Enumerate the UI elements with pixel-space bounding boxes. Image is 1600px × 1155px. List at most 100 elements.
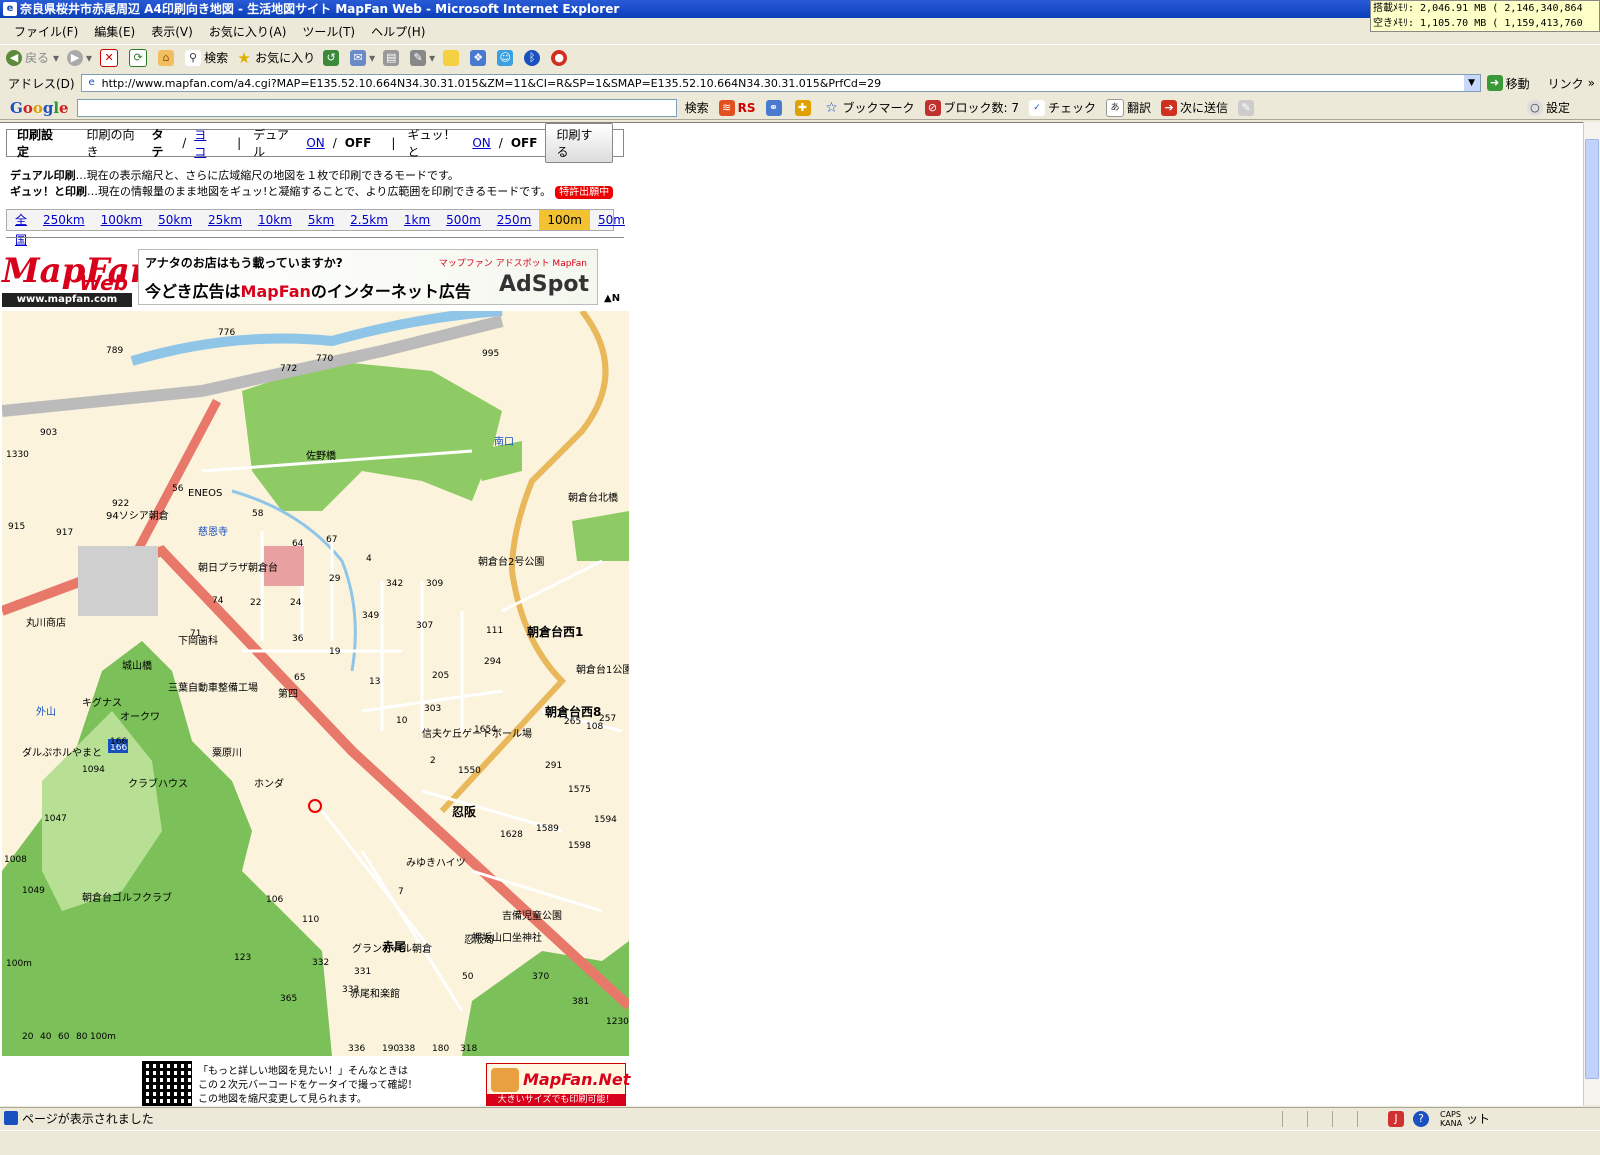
scale-option[interactable]: 250km: [35, 210, 93, 230]
google-search-input[interactable]: [76, 98, 677, 117]
research-button[interactable]: ❖: [470, 49, 489, 66]
adspot-banner[interactable]: アナタのお店はもう載っていますか? 今どき広告はMapFanのインターネット広告…: [138, 249, 598, 305]
qr-footer: 「もっと詳しい地図を見たい！」そんなときは この２次元バーコードをケータイで撮っ…: [142, 1061, 632, 1106]
forward-button[interactable]: ▶ ▾: [67, 49, 93, 66]
edit-button[interactable]: ✎ ▾: [410, 49, 435, 66]
popup-blocker-icon: ⊘: [924, 99, 941, 116]
lot-number-label: 922: [112, 499, 129, 509]
spell-check-button[interactable]: ✓ チェック: [1029, 99, 1096, 116]
dual-description: デュアル印刷…現在の表示縮尺と、さらに広域縮尺の地図を１枚で印刷できるモードです…: [10, 167, 459, 183]
ime-icon[interactable]: J: [1388, 1110, 1404, 1127]
scale-option[interactable]: 100km: [93, 210, 151, 230]
lot-number-label: 36: [292, 634, 304, 644]
place-label: ENEOS: [188, 488, 222, 499]
lot-number-label: 1654: [474, 725, 497, 735]
lot-number-label: 903: [40, 428, 57, 438]
status-bar: ページが表示されました J ? CAPS KANA ット: [0, 1107, 1600, 1129]
help-icon[interactable]: ?: [1413, 1110, 1429, 1127]
gyu-on-link[interactable]: ON: [472, 136, 490, 150]
lot-number-label: 1628: [500, 830, 523, 840]
lot-number-label: 67: [326, 535, 337, 545]
translate-button[interactable]: あ翻訳: [1106, 98, 1151, 117]
print-toolbar-button[interactable]: ▤: [383, 49, 402, 66]
address-input[interactable]: e http://www.mapfan.com/a4.cgi?MAP=E135.…: [80, 74, 1481, 92]
caps-kana-indicator: CAPS KANA: [1440, 1110, 1462, 1128]
chevron-down-icon: ▾: [86, 50, 93, 65]
scale-option[interactable]: 5km: [300, 210, 342, 230]
favorites-button[interactable]: ★ お気に入り: [236, 49, 315, 66]
blocked-count-label: ブロック数: 7: [943, 101, 1020, 115]
bluetooth-button[interactable]: ᛒ: [524, 49, 543, 66]
scale-tick: 100m: [90, 1032, 116, 1042]
menu-tools[interactable]: ツール(T): [302, 23, 355, 40]
lot-number-label: 106: [266, 895, 283, 905]
place-label: ダルぷホルやまと: [22, 746, 102, 759]
menu-help[interactable]: ヘルプ(H): [371, 23, 425, 40]
place-label: キグナス: [82, 696, 122, 709]
menu-edit[interactable]: 編集(E): [94, 23, 135, 40]
gadget-button[interactable]: ✚: [794, 99, 814, 116]
place-label: 朝倉台2号公園: [478, 555, 544, 568]
highlight-button[interactable]: ✎: [1238, 99, 1257, 116]
chevron-right-icon[interactable]: »: [1588, 76, 1595, 90]
dual-on-link[interactable]: ON: [306, 136, 324, 150]
lot-number-label: 776: [218, 328, 235, 338]
messenger-button[interactable]: ☺: [497, 49, 516, 66]
lot-number-label: 2: [430, 756, 436, 766]
lot-number-label: 64: [292, 539, 304, 549]
mapfan-web-logo[interactable]: MapFan Web www.mapfan.com: [2, 249, 154, 307]
dual-description-text: …現在の表示縮尺と、さらに広域縮尺の地図を１枚で印刷できるモードです。: [75, 169, 459, 182]
note-button[interactable]: [443, 49, 462, 66]
address-dropdown-icon[interactable]: ▼: [1463, 75, 1480, 91]
orientation-landscape-link[interactable]: ヨコ: [194, 126, 217, 160]
mail-button[interactable]: ✉ ▾: [350, 49, 375, 66]
rss-icon: ≋: [718, 99, 735, 116]
map-view[interactable]: 朝倉台西1 朝倉台西8 忍阪 赤尾 ENEOS 94ソシア朝倉 慈恩寺 朝日プラ…: [2, 311, 629, 1056]
lot-number-label: 1094: [82, 765, 105, 775]
scroll-thumb[interactable]: [1585, 139, 1599, 1079]
translate-icon: あ: [1106, 98, 1125, 117]
scale-tick: 60: [58, 1032, 70, 1042]
print-button[interactable]: 印刷する: [545, 123, 613, 163]
menu-favorites[interactable]: お気に入り(A): [209, 23, 287, 40]
lot-number-label: 180: [432, 1044, 449, 1054]
google-settings-button[interactable]: ○ 設定: [1526, 99, 1570, 116]
vertical-scrollbar[interactable]: [1583, 122, 1600, 1105]
bookmarks-button[interactable]: ☆ ブックマーク: [824, 99, 914, 116]
lot-number-label: 65: [294, 673, 305, 683]
scale-option[interactable]: 500m: [438, 210, 489, 230]
home-button[interactable]: ⌂: [158, 49, 177, 66]
popup-blocker-button[interactable]: ⊘ ブロック数: 7: [924, 99, 1020, 116]
scale-option[interactable]: 1km: [396, 210, 438, 230]
menu-file[interactable]: ファイル(F): [14, 23, 78, 40]
scale-option[interactable]: 2.5km: [342, 210, 396, 230]
google-search-button[interactable]: 検索: [685, 99, 709, 116]
scale-option[interactable]: 250m: [489, 210, 540, 230]
place-label: オークワ: [120, 711, 160, 723]
research-icon: ❖: [470, 49, 487, 66]
stop-button[interactable]: ✕: [100, 48, 121, 67]
lot-number-label: 1575: [568, 785, 591, 795]
scale-option[interactable]: 25km: [200, 210, 250, 230]
go-button[interactable]: ➜ 移動: [1486, 75, 1530, 92]
lot-number-label: 1598: [568, 841, 591, 851]
search-button[interactable]: ⚲ 検索: [185, 49, 228, 66]
send-to-button[interactable]: ➔ 次に送信: [1161, 99, 1228, 116]
scale-option[interactable]: 全国: [7, 210, 35, 247]
share-button[interactable]: ⚭: [765, 99, 785, 116]
scale-option[interactable]: 10km: [250, 210, 300, 230]
rs-button[interactable]: ≋ RS: [718, 99, 756, 116]
lot-number-label: 349: [362, 611, 379, 621]
scale-option[interactable]: 50m: [590, 210, 633, 230]
history-button[interactable]: ↺: [323, 49, 342, 66]
scale-option[interactable]: 100m: [539, 210, 590, 230]
back-button[interactable]: ◀ 戻る ▾: [6, 49, 59, 66]
mapfan-net-banner[interactable]: MapFan.Net 大きいサイズでも印刷可能！: [486, 1063, 630, 1106]
menu-view[interactable]: 表示(V): [151, 23, 193, 40]
scale-option[interactable]: 50km: [150, 210, 200, 230]
addon-button[interactable]: ●: [551, 49, 570, 66]
links-button[interactable]: リンク: [1548, 75, 1584, 92]
refresh-button[interactable]: ⟳: [129, 48, 150, 67]
place-label: 朝倉台ゴルフクラブ: [82, 891, 172, 904]
lot-number-label: 1230: [606, 1017, 629, 1027]
